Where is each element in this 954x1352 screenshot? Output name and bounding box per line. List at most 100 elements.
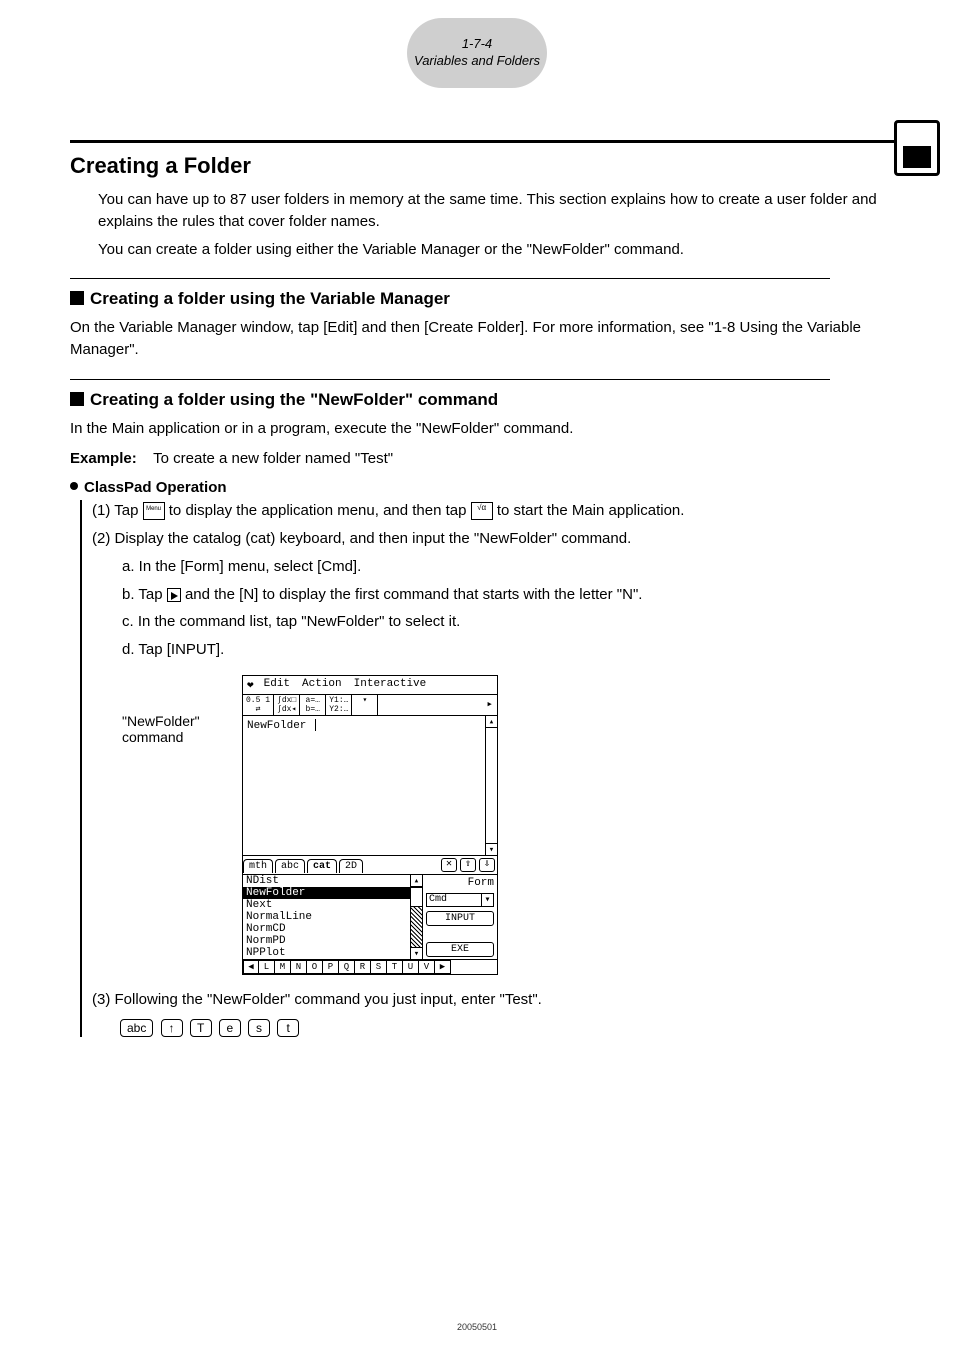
scr-tool-4[interactable]: Y1:…Y2:… xyxy=(326,695,352,715)
list-scrollbar[interactable]: ▴ ▾ xyxy=(411,875,423,959)
list-item[interactable]: NormCD xyxy=(243,923,410,935)
scr-tool-1[interactable]: 0.5 1⇄ xyxy=(243,695,274,715)
sub2-paragraph: In the Main application or in a program,… xyxy=(70,418,894,440)
scr-menu-icon[interactable]: ❤ xyxy=(243,676,258,694)
alpha-key[interactable]: T xyxy=(387,960,403,974)
calculator-side-icon xyxy=(894,120,940,176)
step-3: (3) Following the "NewFolder" command yo… xyxy=(92,989,894,1011)
text-cursor xyxy=(315,719,316,731)
kb-down-button[interactable]: ⇩ xyxy=(479,858,495,872)
classpad-screenshot: ❤ Edit Action Interactive 0.5 1⇄ ∫dx□∫dx… xyxy=(242,675,498,975)
key-s: s xyxy=(248,1019,270,1037)
intro-paragraph-2: You can create a folder using either the… xyxy=(98,239,894,261)
scroll-down-icon[interactable]: ▾ xyxy=(411,947,422,959)
tab-abc[interactable]: abc xyxy=(275,859,305,873)
list-item[interactable]: NPPlot xyxy=(243,947,410,959)
alpha-key[interactable]: P xyxy=(323,960,339,974)
section-heading: Creating a Folder xyxy=(70,153,894,179)
alpha-key[interactable]: R xyxy=(355,960,371,974)
rule xyxy=(70,278,830,279)
intro-paragraph-1: You can have up to 87 user folders in me… xyxy=(98,189,894,233)
key-abc: abc xyxy=(120,1019,153,1037)
catalog-controls: Form Cmd ▾ INPUT EXE xyxy=(423,875,497,959)
scroll-down-icon[interactable]: ▾ xyxy=(486,843,497,855)
list-item[interactable]: Next xyxy=(243,899,410,911)
scr-menu-action[interactable]: Action xyxy=(296,676,348,694)
scr-menu-edit[interactable]: Edit xyxy=(258,676,296,694)
alpha-key[interactable]: M xyxy=(275,960,291,974)
alpha-key[interactable]: N xyxy=(291,960,307,974)
sub1-paragraph: On the Variable Manager window, tap [Edi… xyxy=(70,317,894,361)
operation-steps: (1) Tap to display the application menu,… xyxy=(80,500,894,1036)
scr-scrollbar[interactable]: ▴ ▾ xyxy=(485,716,497,855)
keypad-icon xyxy=(903,146,931,168)
subheading-variable-manager: Creating a folder using the Variable Man… xyxy=(70,289,894,309)
rule xyxy=(70,140,894,143)
step-1: (1) Tap to display the application menu,… xyxy=(92,500,894,522)
step-2: (2) Display the catalog (cat) keyboard, … xyxy=(92,528,894,550)
scr-keyboard-tabs: mth abc cat 2D ✕ ⇧ ⇩ xyxy=(243,856,497,875)
scr-tool-3[interactable]: a=…b=… xyxy=(300,695,326,715)
example-line: Example: To create a new folder named "T… xyxy=(70,448,894,470)
scr-toolbar-more-icon[interactable]: ▸ xyxy=(482,695,497,715)
list-item[interactable]: NormalLine xyxy=(243,911,410,923)
example-label: Example: xyxy=(70,450,137,467)
alpha-key[interactable]: U xyxy=(403,960,419,974)
step-2b: b. Tap and the [N] to display the first … xyxy=(122,584,894,606)
alpha-row: ◀ L M N O P Q R S T U V ▶ xyxy=(243,960,497,974)
play-right-icon xyxy=(167,588,181,602)
app-menu-icon xyxy=(143,502,165,520)
key-t: t xyxy=(277,1019,299,1037)
step-2c: c. In the command list, tap "NewFolder" … xyxy=(122,611,894,633)
tab-2d[interactable]: 2D xyxy=(339,859,363,873)
list-item[interactable]: NormPD xyxy=(243,935,410,947)
square-bullet-icon xyxy=(70,291,84,305)
alpha-key[interactable]: L xyxy=(259,960,275,974)
alpha-key[interactable]: Q xyxy=(339,960,355,974)
list-item[interactable]: NDist xyxy=(243,875,410,887)
form-dropdown[interactable]: Cmd ▾ xyxy=(426,893,494,907)
rule xyxy=(70,379,830,380)
kb-close-button[interactable]: ✕ xyxy=(441,858,457,872)
scroll-up-icon[interactable]: ▴ xyxy=(411,875,422,887)
alpha-key[interactable]: V xyxy=(419,960,435,974)
scr-toolbar: 0.5 1⇄ ∫dx□∫dx◂ a=…b=… Y1:…Y2:… ▾ ▸ xyxy=(243,695,497,716)
key-T: T xyxy=(190,1019,212,1037)
page-header-badge: 1-7-4 Variables and Folders xyxy=(407,18,547,88)
key-sequence: abc ↑ T e s t xyxy=(120,1019,894,1037)
command-list[interactable]: NDist NewFolder Next NormalLine NormCD N… xyxy=(243,875,411,959)
scr-tool-2[interactable]: ∫dx□∫dx◂ xyxy=(274,695,300,715)
key-shift: ↑ xyxy=(161,1019,183,1037)
square-bullet-icon xyxy=(70,392,84,406)
scr-input-text: NewFolder xyxy=(247,720,313,732)
alpha-key[interactable]: S xyxy=(371,960,387,974)
step-2d: d. Tap [INPUT]. xyxy=(122,639,894,661)
alpha-right-icon[interactable]: ▶ xyxy=(435,960,451,974)
chevron-down-icon[interactable]: ▾ xyxy=(481,894,493,906)
subheading-newfolder-command: Creating a folder using the "NewFolder" … xyxy=(70,390,894,410)
scr-work-area[interactable]: NewFolder ▴ ▾ xyxy=(243,716,497,856)
section-ref: Variables and Folders xyxy=(414,53,540,70)
list-item-selected[interactable]: NewFolder xyxy=(243,887,410,899)
scr-menubar: ❤ Edit Action Interactive xyxy=(243,676,497,695)
footer-number: 20050501 xyxy=(457,1322,497,1332)
operation-heading: ClassPad Operation xyxy=(70,479,894,496)
alpha-key[interactable]: O xyxy=(307,960,323,974)
input-button[interactable]: INPUT xyxy=(426,911,494,926)
example-text: To create a new folder named "Test" xyxy=(153,450,393,467)
alpha-left-icon[interactable]: ◀ xyxy=(243,960,259,974)
form-label: Form xyxy=(426,877,494,889)
page-ref: 1-7-4 xyxy=(462,36,492,53)
tab-cat[interactable]: cat xyxy=(307,859,337,873)
step-2a: a. In the [Form] menu, select [Cmd]. xyxy=(122,556,894,578)
scr-menu-interactive[interactable]: Interactive xyxy=(348,676,433,694)
tab-mth[interactable]: mth xyxy=(243,859,273,873)
exe-button[interactable]: EXE xyxy=(426,942,494,957)
scr-tool-5[interactable]: ▾ xyxy=(352,695,378,715)
kb-up-button[interactable]: ⇧ xyxy=(460,858,476,872)
scroll-thumb[interactable] xyxy=(411,887,422,907)
form-dropdown-value: Cmd xyxy=(427,894,481,906)
scroll-up-icon[interactable]: ▴ xyxy=(486,716,497,728)
screenshot-caption: "NewFolder" command xyxy=(122,675,242,745)
key-e: e xyxy=(219,1019,241,1037)
